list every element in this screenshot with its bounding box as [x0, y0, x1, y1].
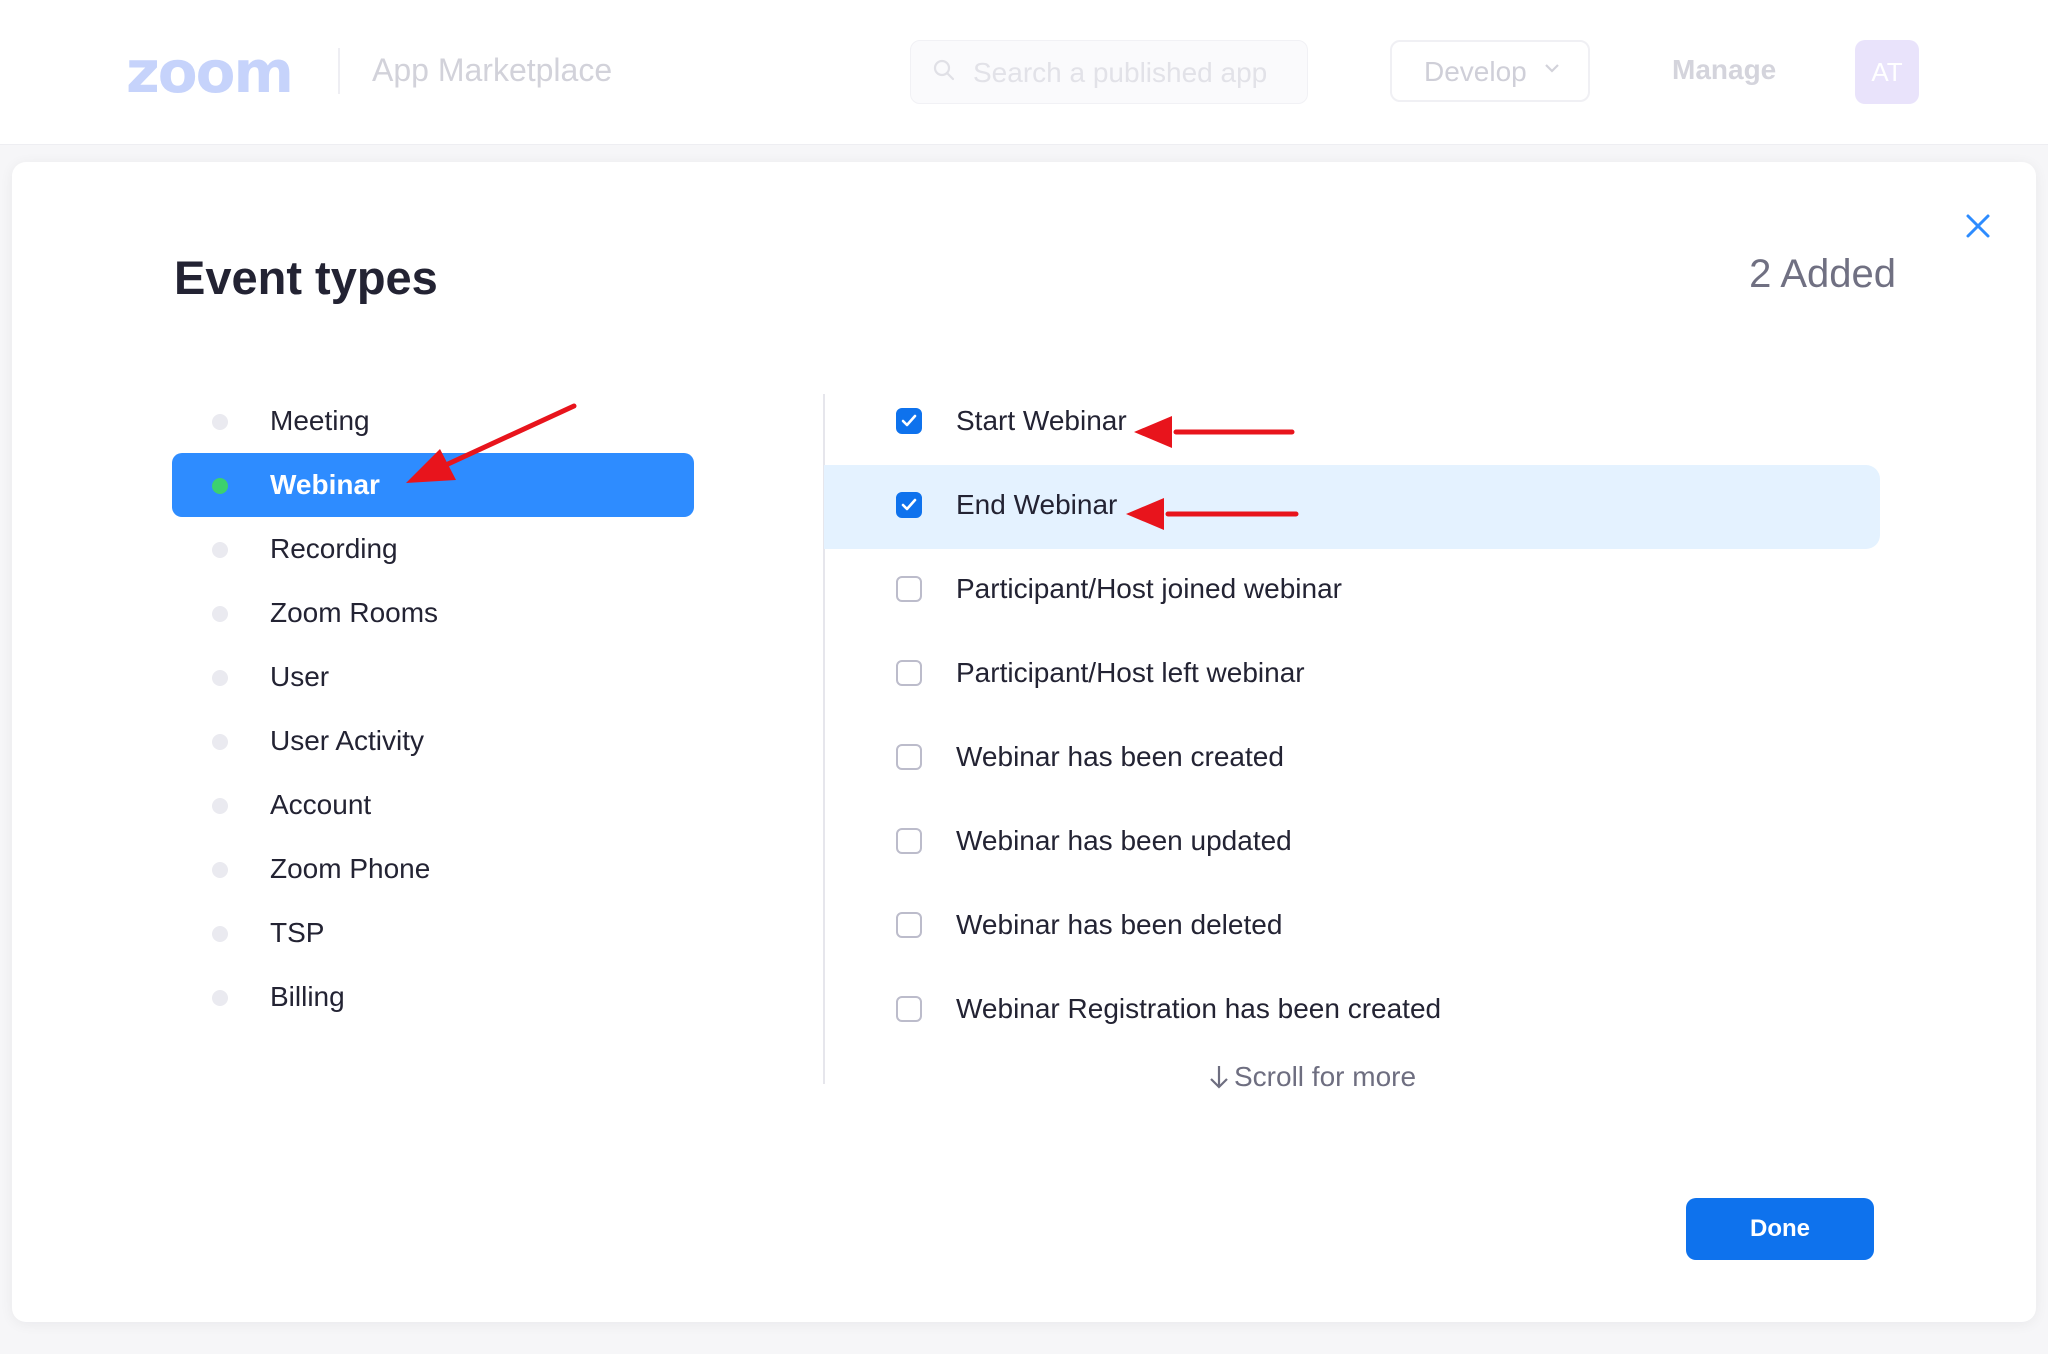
event-row[interactable]: Webinar Registration has been created — [824, 969, 1880, 1053]
search-box[interactable]: Search a published app — [910, 40, 1308, 104]
event-list: Start Webinar End Webinar Participant/Host… — [824, 381, 1880, 1053]
category-item-account[interactable]: Account — [172, 773, 694, 837]
category-label: Account — [270, 789, 372, 820]
app-marketplace-title: App Marketplace — [372, 52, 613, 88]
event-label: Participant/Host left webinar — [956, 657, 1305, 688]
event-label: Participant/Host joined webinar — [956, 573, 1342, 604]
arrow-down-icon — [1210, 1066, 1228, 1089]
event-row[interactable]: Webinar has been updated — [824, 801, 1880, 885]
status-dot — [212, 798, 228, 814]
modal-title: Event types — [174, 251, 438, 304]
event-row[interactable]: Webinar has been created — [824, 717, 1880, 801]
scroll-hint-label: Scroll for more — [1234, 1061, 1417, 1092]
checkmark-icon — [901, 414, 917, 427]
event-label: Webinar has been created — [956, 741, 1284, 772]
event-checkbox[interactable] — [896, 828, 922, 854]
event-label: Start Webinar — [956, 405, 1127, 436]
search-input[interactable]: Search a published app — [973, 57, 1267, 89]
top-header: zoom App Marketplace Search a published … — [0, 0, 2048, 145]
category-label: Zoom Phone — [270, 853, 431, 884]
event-label: Webinar has been updated — [956, 825, 1292, 856]
category-label: Meeting — [270, 405, 370, 436]
event-row[interactable]: Start Webinar — [824, 381, 1880, 465]
event-row[interactable]: Webinar has been deleted — [824, 885, 1880, 969]
status-dot — [212, 990, 228, 1006]
category-item-user-activity[interactable]: User Activity — [172, 709, 694, 773]
category-item-recording[interactable]: Recording — [172, 517, 694, 581]
status-dot — [212, 734, 228, 750]
added-count: 2 Added — [1749, 252, 1896, 296]
category-item-tsp[interactable]: TSP — [172, 901, 694, 965]
status-dot — [212, 926, 228, 942]
category-label: Billing — [270, 981, 345, 1012]
event-checkbox[interactable] — [896, 744, 922, 770]
status-dot — [212, 862, 228, 878]
event-label: End Webinar — [956, 489, 1118, 520]
event-checkbox[interactable] — [896, 408, 922, 434]
event-row[interactable]: Participant/Host left webinar — [824, 633, 1880, 717]
status-dot — [212, 478, 228, 494]
category-item-zoom-phone[interactable]: Zoom Phone — [172, 837, 694, 901]
event-checkbox[interactable] — [896, 660, 922, 686]
scroll-hint[interactable]: Scroll for more — [1208, 1060, 1416, 1094]
category-item-meeting[interactable]: Meeting — [172, 389, 694, 453]
manage-link[interactable]: Manage — [1672, 54, 1776, 86]
category-item-user[interactable]: User — [172, 645, 694, 709]
event-checkbox[interactable] — [896, 912, 922, 938]
status-dot — [212, 542, 228, 558]
chevron-down-icon — [1545, 64, 1559, 73]
category-label: Webinar — [270, 469, 380, 500]
event-label: Webinar has been deleted — [956, 909, 1283, 940]
event-checkbox[interactable] — [896, 996, 922, 1022]
event-row[interactable]: End Webinar — [824, 465, 1880, 549]
event-checkbox[interactable] — [896, 576, 922, 602]
zoom-logo[interactable]: zoom — [126, 40, 294, 104]
category-label: User Activity — [270, 725, 425, 756]
checkmark-icon — [901, 498, 917, 511]
category-label: Zoom Rooms — [270, 597, 439, 628]
category-item-billing[interactable]: Billing — [172, 965, 694, 1029]
avatar[interactable]: AT — [1855, 40, 1919, 104]
header-divider — [338, 48, 340, 94]
category-item-webinar[interactable]: Webinar — [172, 453, 694, 517]
category-item-zoom-rooms[interactable]: Zoom Rooms — [172, 581, 694, 645]
develop-label: Develop — [1424, 56, 1527, 87]
status-dot — [212, 414, 228, 430]
event-row[interactable]: Participant/Host joined webinar — [824, 549, 1880, 633]
category-label: User — [270, 661, 330, 692]
status-dot — [212, 670, 228, 686]
status-dot — [212, 606, 228, 622]
category-label: Recording — [270, 533, 398, 564]
event-label: Webinar Registration has been created — [956, 993, 1442, 1024]
done-button[interactable]: Done — [1686, 1198, 1874, 1260]
category-list: Meeting Webinar Recording Zoom Rooms User Use… — [172, 389, 694, 1029]
close-icon[interactable] — [1958, 206, 1998, 246]
develop-dropdown[interactable]: Develop — [1390, 40, 1590, 102]
category-label: TSP — [270, 917, 325, 948]
event-checkbox[interactable] — [896, 492, 922, 518]
event-types-modal: Event types 2 Added Meeting Webinar Record… — [12, 162, 2036, 1322]
search-icon — [933, 59, 955, 81]
